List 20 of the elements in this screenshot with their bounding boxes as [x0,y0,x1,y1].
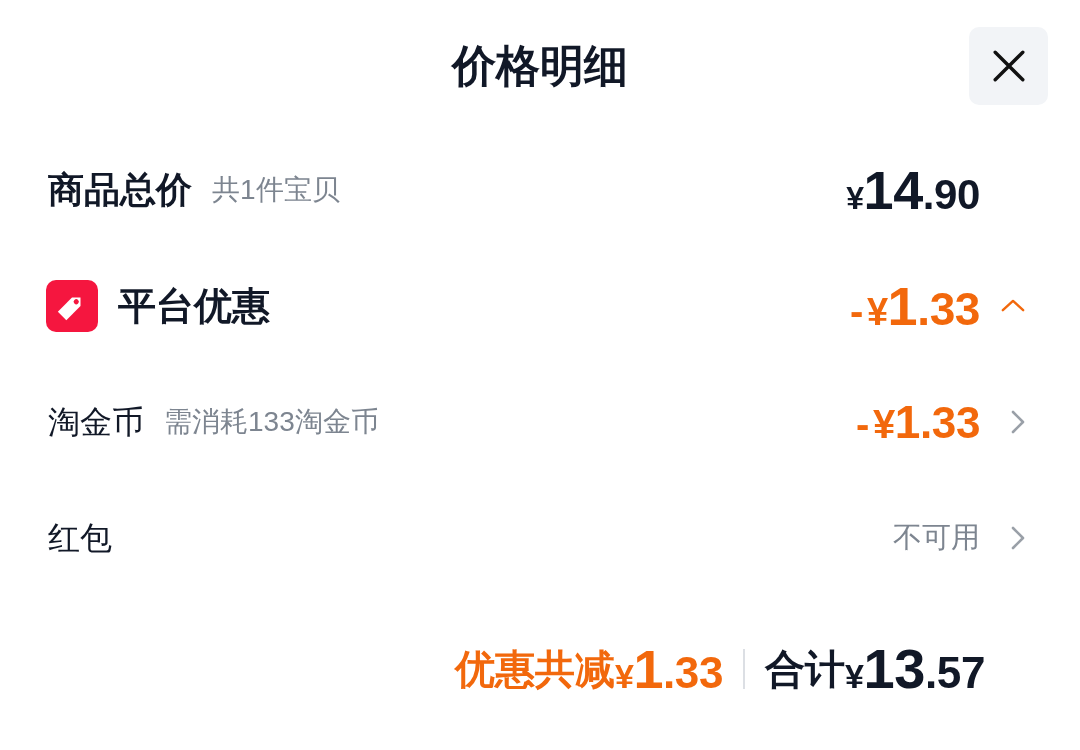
amount-text: ¥14.90 [846,163,980,217]
row-label: 淘金币 [48,403,144,442]
total-label: 合计 [765,646,845,693]
amount-text: -¥1.33 [849,279,980,333]
row-note: 共1件宝贝 [212,173,340,207]
discount-label: 优惠共减 [454,646,615,693]
amount-text: -¥1.33 [856,399,980,445]
row-note: 需消耗133淘金币 [164,405,379,439]
chevron-right-icon [1011,526,1025,550]
close-button[interactable] [969,27,1048,105]
tag-icon [46,280,98,332]
status-text: 不可用 [893,520,980,556]
total-amount: ¥13.57 [845,641,985,697]
row-label: 商品总价 [48,168,192,212]
row-label: 红包 [48,519,112,558]
dialog-title: 价格明细 [452,40,628,92]
chevron-right-icon [1011,410,1025,434]
discount-amount: ¥1.33 [614,642,723,696]
row-label: 平台优惠 [118,283,270,329]
close-icon [991,49,1026,83]
